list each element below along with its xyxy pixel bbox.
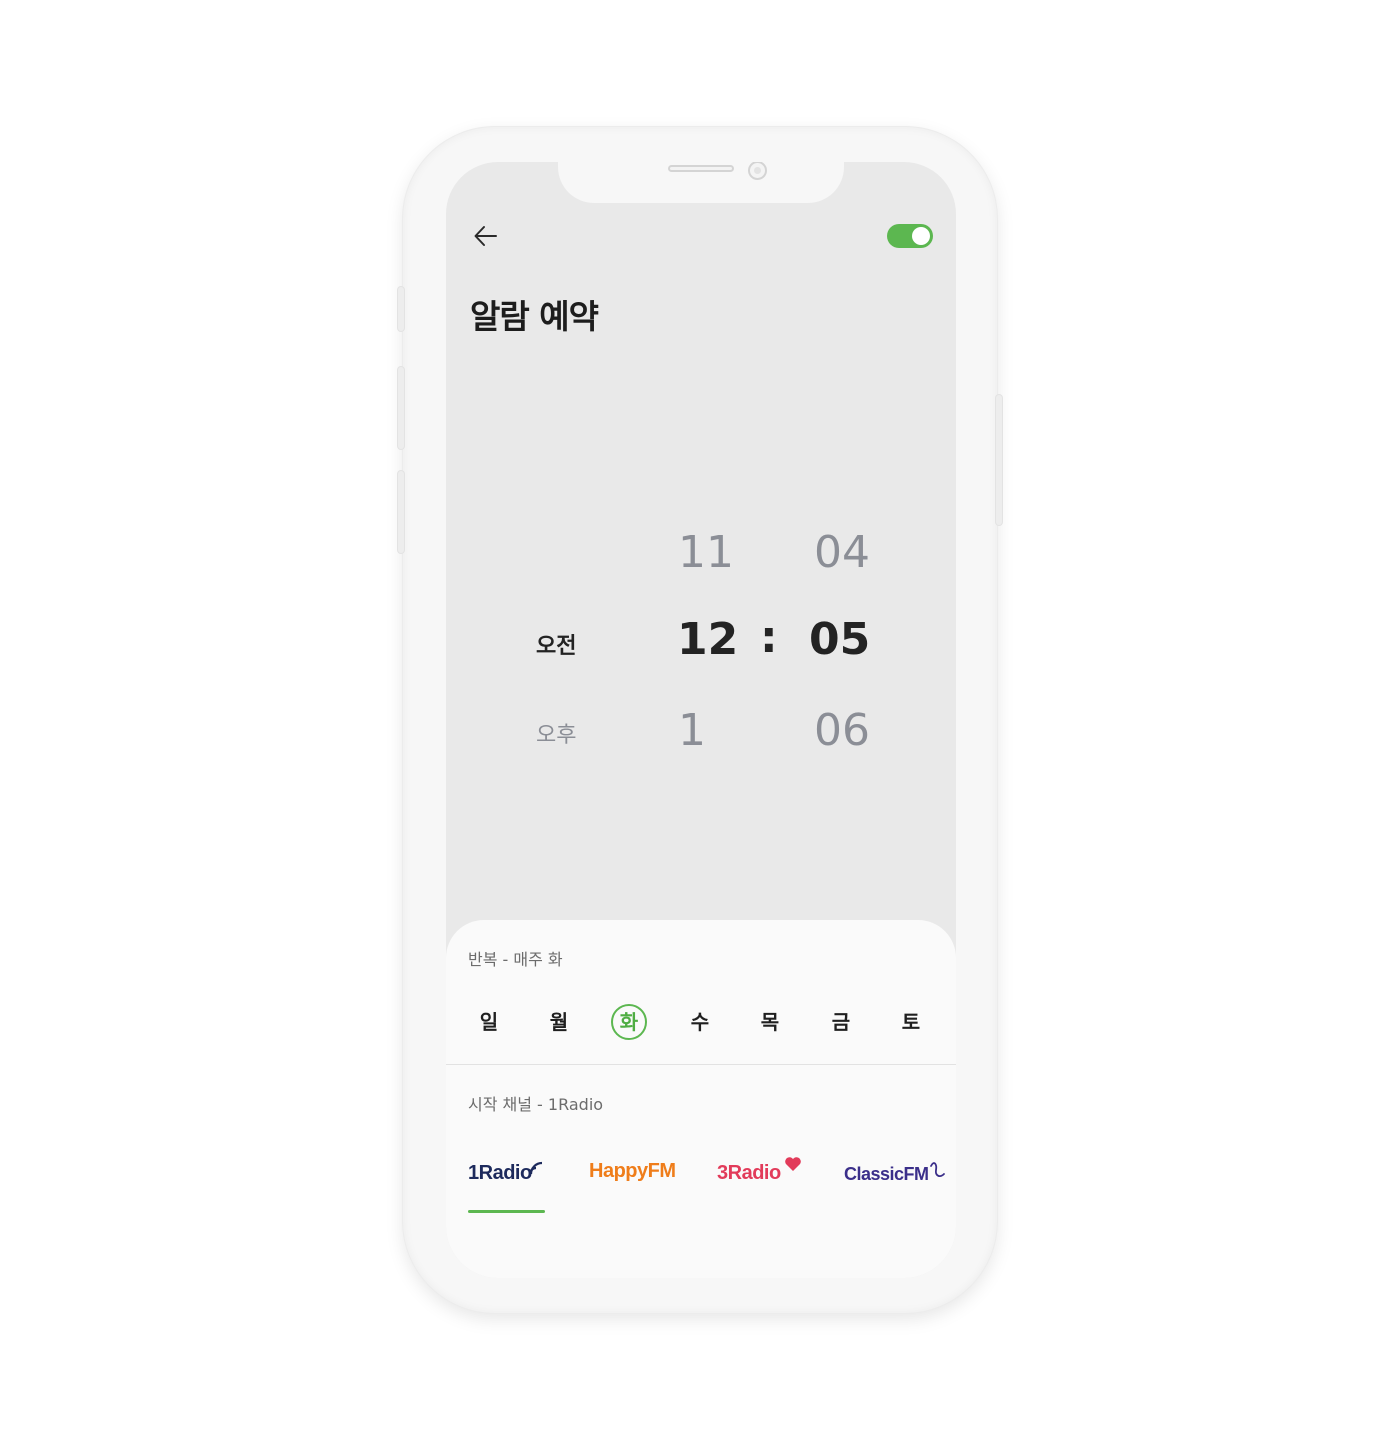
- channel-1radio[interactable]: 1Radio: [468, 1161, 543, 1202]
- divider: [446, 1064, 956, 1065]
- phone-power-button: [996, 395, 1002, 525]
- ampm-selected[interactable]: 오전: [536, 628, 576, 660]
- phone-mute-switch: [398, 287, 404, 331]
- back-button[interactable]: [472, 222, 500, 250]
- channel-happyfm-label: HappyFM: [589, 1160, 676, 1182]
- minute-next[interactable]: 06: [814, 705, 870, 756]
- day-mon[interactable]: 월: [541, 1004, 577, 1040]
- hour-next[interactable]: 1: [678, 705, 706, 756]
- day-sat[interactable]: 토: [893, 1004, 929, 1040]
- music-note-icon: [930, 1162, 945, 1177]
- channel-1radio-label: 1Radio: [468, 1162, 532, 1184]
- channel-label: 시작 채널 - 1Radio: [468, 1095, 604, 1114]
- page-title: 알람 예약: [470, 297, 599, 336]
- channel-classicfm-label: ClassicFM: [844, 1164, 929, 1184]
- minute-selected[interactable]: 05: [809, 614, 870, 665]
- alarm-toggle[interactable]: [887, 224, 933, 248]
- toggle-knob: [912, 227, 930, 245]
- hour-prev[interactable]: 11: [678, 527, 734, 578]
- bottom-sheet: 반복 - 매주 화 일 월 화 수 목 금 토 시작 채널 - 1Radio 1…: [446, 920, 956, 1278]
- front-camera: [748, 162, 767, 180]
- channel-classicfm[interactable]: ClassicFM: [844, 1162, 945, 1204]
- day-fri[interactable]: 금: [823, 1004, 859, 1040]
- day-selector: 일 월 화 수 목 금 토: [446, 1004, 956, 1052]
- channel-selected-indicator: [468, 1210, 545, 1213]
- day-sun[interactable]: 일: [471, 1004, 507, 1040]
- heart-icon: [785, 1157, 801, 1171]
- day-wed[interactable]: 수: [682, 1004, 718, 1040]
- radio-waves-icon: [528, 1161, 543, 1175]
- time-separator: :: [760, 612, 778, 663]
- phone-volume-up: [398, 367, 404, 449]
- arrow-left-icon: [474, 226, 497, 246]
- screen: 알람 예약 오전 오후 11 12 1 : 04 05 06 반복 - 매주 화…: [446, 162, 956, 1278]
- ampm-next[interactable]: 오후: [536, 717, 576, 749]
- channel-3radio[interactable]: 3Radio: [717, 1157, 801, 1202]
- repeat-label: 반복 - 매주 화: [468, 950, 563, 969]
- day-tue[interactable]: 화: [611, 1004, 647, 1040]
- phone-volume-down: [398, 471, 404, 553]
- notch: [558, 162, 844, 203]
- phone-frame: 알람 예약 오전 오후 11 12 1 : 04 05 06 반복 - 매주 화…: [398, 127, 1002, 1313]
- channel-3radio-label: 3Radio: [717, 1162, 781, 1184]
- channel-happyfm[interactable]: HappyFM: [589, 1160, 676, 1200]
- minute-prev[interactable]: 04: [814, 527, 870, 578]
- day-thu[interactable]: 목: [752, 1004, 788, 1040]
- speaker-grille: [668, 165, 734, 172]
- hour-selected[interactable]: 12: [677, 614, 738, 665]
